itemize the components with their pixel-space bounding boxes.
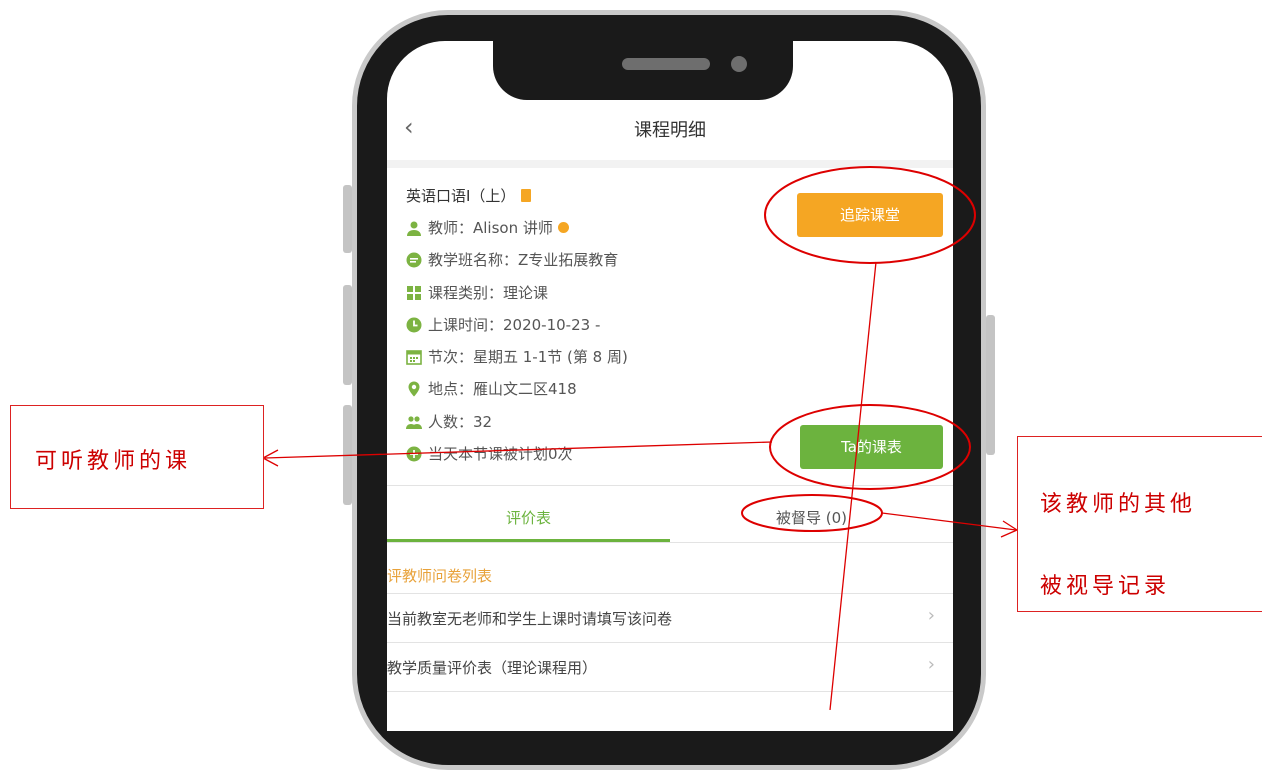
callout-left: 可听教师的课	[10, 405, 264, 509]
track-button-highlight	[764, 166, 976, 264]
callout-left-text: 可听教师的课	[35, 449, 192, 474]
callout-right-line2: 被视导记录	[1040, 574, 1171, 599]
schedule-button-highlight	[769, 404, 971, 490]
supervised-pointer-line	[881, 512, 1017, 531]
callout-right: 该教师的其他 被视导记录	[1017, 436, 1262, 612]
schedule-pointer-line	[264, 441, 773, 459]
callout-right-line1: 该教师的其他	[1040, 492, 1197, 517]
supervised-tab-highlight	[741, 494, 883, 532]
